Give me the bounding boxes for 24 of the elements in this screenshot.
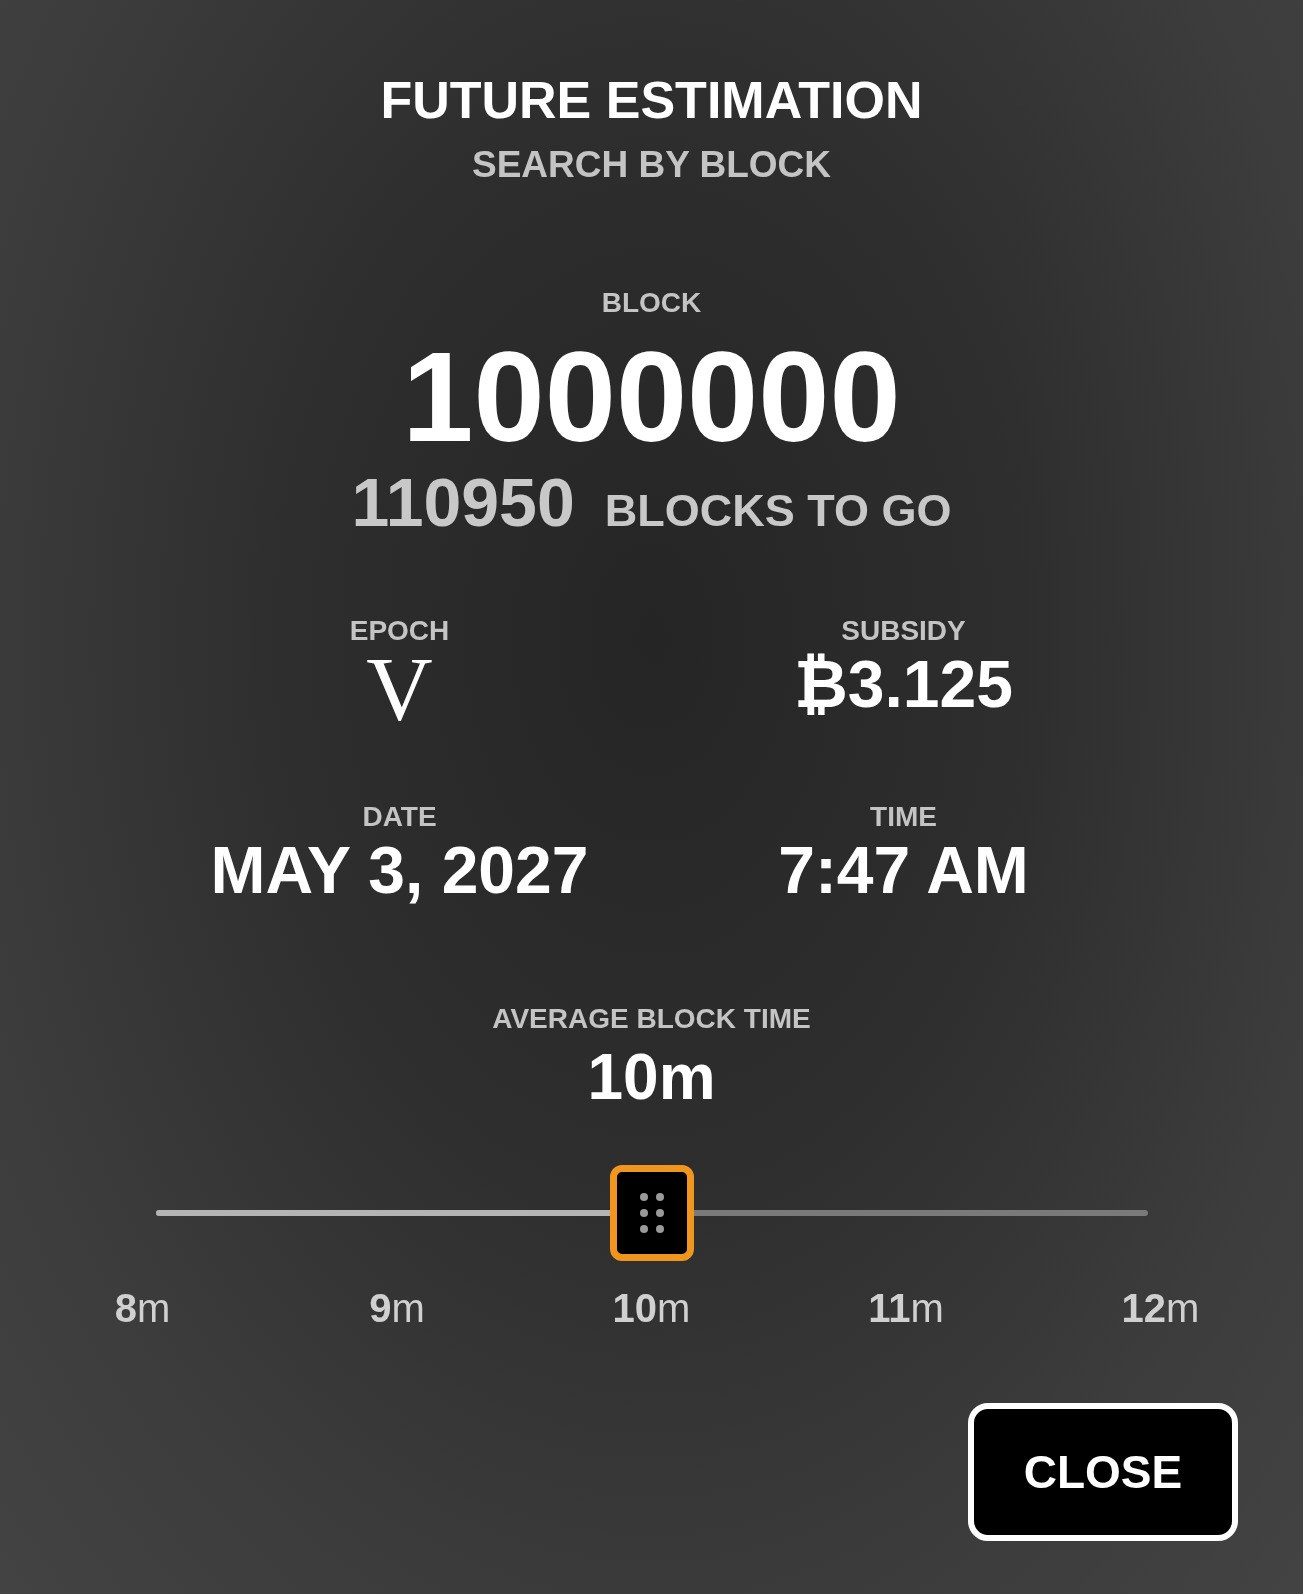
close-button[interactable]: CLOSE [968, 1403, 1238, 1541]
block-number: 1000000 [402, 332, 901, 462]
slider-handle[interactable] [609, 1165, 694, 1261]
blocks-remaining: 110950 [351, 463, 575, 542]
slider-tick-label: 11m [867, 1286, 945, 1331]
blocks-remaining-label: BLOCKS TO GO [604, 485, 952, 537]
stat-value: MAY 3, 2027 [210, 834, 589, 906]
average-block-time-value: 10m [587, 1040, 716, 1114]
stat-value: 7:47 AM [778, 834, 1029, 906]
slider-tick-label: 9m [368, 1286, 426, 1331]
grip-icon [638, 1192, 665, 1234]
stat-label: SUBSIDY [841, 614, 966, 648]
dialog-subtitle: SEARCH BY BLOCK [471, 143, 832, 187]
stat-value: V [366, 648, 433, 730]
stat-label: EPOCH [349, 614, 450, 648]
slider-tick-label: 8m [113, 1286, 172, 1331]
block-label: BLOCK [601, 286, 702, 320]
dialog-title: FUTURE ESTIMATION [380, 70, 923, 130]
stat-value: ₿3.125 [794, 648, 1013, 720]
stat-label: DATE [362, 800, 437, 834]
average-block-time-label: AVERAGE BLOCK TIME [492, 1002, 811, 1036]
slider-tick-label: 10m [611, 1286, 692, 1331]
slider-tick-label: 12m [1120, 1286, 1201, 1331]
stat-label: TIME [870, 800, 937, 834]
